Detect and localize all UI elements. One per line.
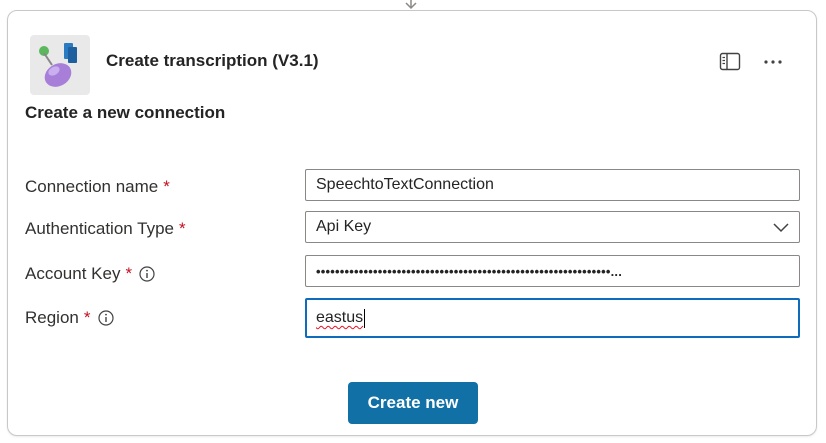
authentication-type-label: Authentication Type *: [25, 219, 186, 239]
chevron-down-icon: [773, 223, 789, 233]
region-label-text: Region: [25, 308, 79, 327]
text-caret: [364, 308, 366, 328]
account-key-label-text: Account Key: [25, 264, 121, 283]
required-marker: *: [163, 177, 170, 196]
more-options-icon[interactable]: [760, 51, 786, 73]
side-panel-icon[interactable]: [718, 51, 742, 73]
account-key-label: Account Key *: [25, 264, 155, 284]
required-marker: *: [125, 264, 133, 283]
connection-name-label: Connection name *: [25, 177, 170, 197]
speech-to-text-logo-icon: [30, 35, 90, 95]
required-marker: *: [83, 308, 91, 327]
region-label: Region *: [25, 308, 114, 328]
required-marker: *: [179, 219, 186, 238]
account-key-masked-value: ••••••••••••••••••••••••••••••••••••••••…: [316, 263, 623, 279]
flow-connector-arrow-icon: [405, 0, 417, 10]
connection-name-input[interactable]: SpeechtoTextConnection: [305, 169, 800, 201]
authentication-type-select[interactable]: Api Key: [305, 211, 800, 243]
action-card: Create transcription (V3.1) Create a new…: [7, 10, 817, 436]
create-new-button[interactable]: Create new: [348, 382, 478, 424]
authentication-type-value: Api Key: [316, 218, 372, 235]
authentication-type-label-text: Authentication Type: [25, 219, 175, 238]
info-icon[interactable]: [97, 310, 114, 326]
section-title: Create a new connection: [25, 103, 226, 122]
card-title: Create transcription (V3.1): [106, 51, 319, 70]
account-key-input[interactable]: ••••••••••••••••••••••••••••••••••••••••…: [305, 255, 800, 287]
info-icon[interactable]: [139, 266, 155, 282]
region-input[interactable]: eastus: [305, 298, 800, 338]
region-value: eastus: [316, 309, 364, 326]
connection-name-value: SpeechtoTextConnection: [316, 176, 494, 193]
connection-name-label-text: Connection name: [25, 177, 159, 196]
